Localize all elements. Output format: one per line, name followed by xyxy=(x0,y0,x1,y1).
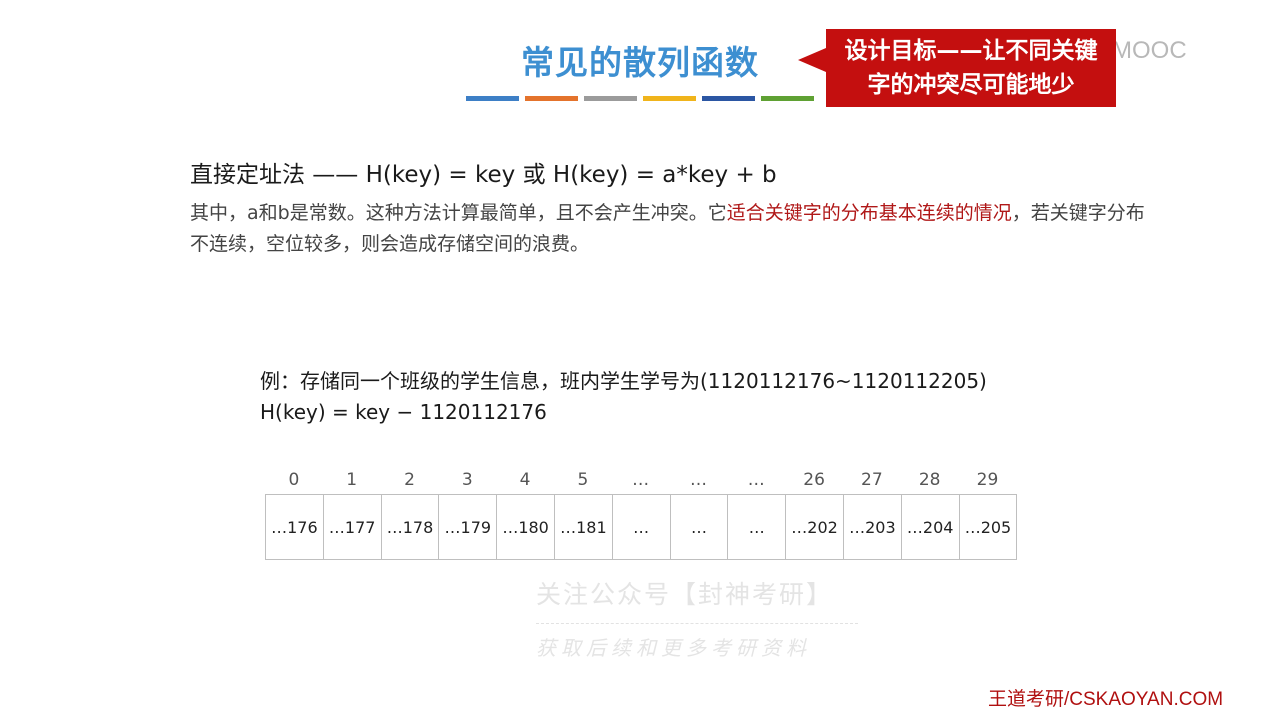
table-index: 0 xyxy=(288,470,300,490)
table-cell: …181 xyxy=(553,494,613,560)
callout-line-1: 设计目标——让不同关键 xyxy=(844,38,1098,64)
design-goal-callout: 设计目标——让不同关键 字的冲突尽可能地少 xyxy=(826,29,1116,107)
table-cell: …202 xyxy=(785,494,844,560)
title-color-bar xyxy=(643,96,696,101)
center-watermark-line-2: 获取后续和更多考研资料 xyxy=(536,636,811,660)
example-line-1: 例：存储同一个班级的学生信息，班内学生学号为(1120112176~112011… xyxy=(260,369,987,393)
example-block: 例：存储同一个班级的学生信息，班内学生学号为(1120112176~112011… xyxy=(260,366,987,428)
table-cell: …179 xyxy=(438,494,498,560)
desc-highlight: 适合关键字的分布基本连续的情况 xyxy=(726,202,1012,224)
table-index: 29 xyxy=(976,470,999,490)
table-cell: …204 xyxy=(900,494,960,560)
method-description: 其中，a和b是常数。这种方法计算最简单，且不会产生冲突。它适合关键字的分布基本连… xyxy=(190,198,1155,260)
table-cell: … xyxy=(727,494,787,560)
table-index: 5 xyxy=(577,470,589,490)
slide-title: 常见的散列函数 xyxy=(521,43,759,82)
footer-brand: 王道考研/CSKAOYAN.COM xyxy=(988,689,1224,710)
callout-arrow xyxy=(798,48,826,72)
table-index: … xyxy=(747,470,765,490)
table-index: 2 xyxy=(404,470,415,490)
title-color-bar xyxy=(761,96,814,101)
table-cell: …176 xyxy=(265,494,324,560)
example-formula: H(key) = key − 1120112176 xyxy=(260,400,547,424)
desc-text-before: 其中，a和b是常数。这种方法计算最简单，且不会产生冲突。它 xyxy=(190,202,727,224)
table-index: 27 xyxy=(861,470,883,490)
title-color-bar xyxy=(702,96,755,101)
center-watermark-divider xyxy=(536,623,858,624)
table-cell: …205 xyxy=(958,494,1018,560)
table-index: 26 xyxy=(803,470,825,490)
title-color-bar xyxy=(584,96,637,101)
callout-line-2: 字的冲突尽可能地少 xyxy=(867,72,1075,98)
table-index: 1 xyxy=(346,470,358,490)
table-cell: … xyxy=(669,494,729,560)
hash-table-row: …176 …177 …178 …179 …180 …181……… …202 …203 …204…… xyxy=(265,494,1018,560)
table-index: 3 xyxy=(461,470,473,490)
table-index: … xyxy=(689,470,707,490)
table-index: 4 xyxy=(519,470,531,490)
table-cell: …203 xyxy=(842,494,902,560)
table-cell: …178 xyxy=(380,494,440,560)
table-cell: …180 xyxy=(496,494,555,560)
title-color-bar xyxy=(525,96,578,101)
hash-table: …176 …177 …178 …179 …180 …181……… …202 …203 …204…… xyxy=(265,494,1018,560)
table-cell: …177 xyxy=(322,494,382,560)
method-heading: 直接定址法 —— H(key) = key 或 H(key) = a*key +… xyxy=(190,162,777,188)
title-color-bar xyxy=(466,96,519,101)
center-watermark-line-1: 关注公众号【封神考研】 xyxy=(536,580,834,609)
table-index-row: 0 1 2 3 4 5 … … … 26 27 28 29 xyxy=(265,470,1016,490)
table-index: 28 xyxy=(918,470,941,490)
table-cell: … xyxy=(611,494,671,560)
table-index: … xyxy=(632,470,650,490)
